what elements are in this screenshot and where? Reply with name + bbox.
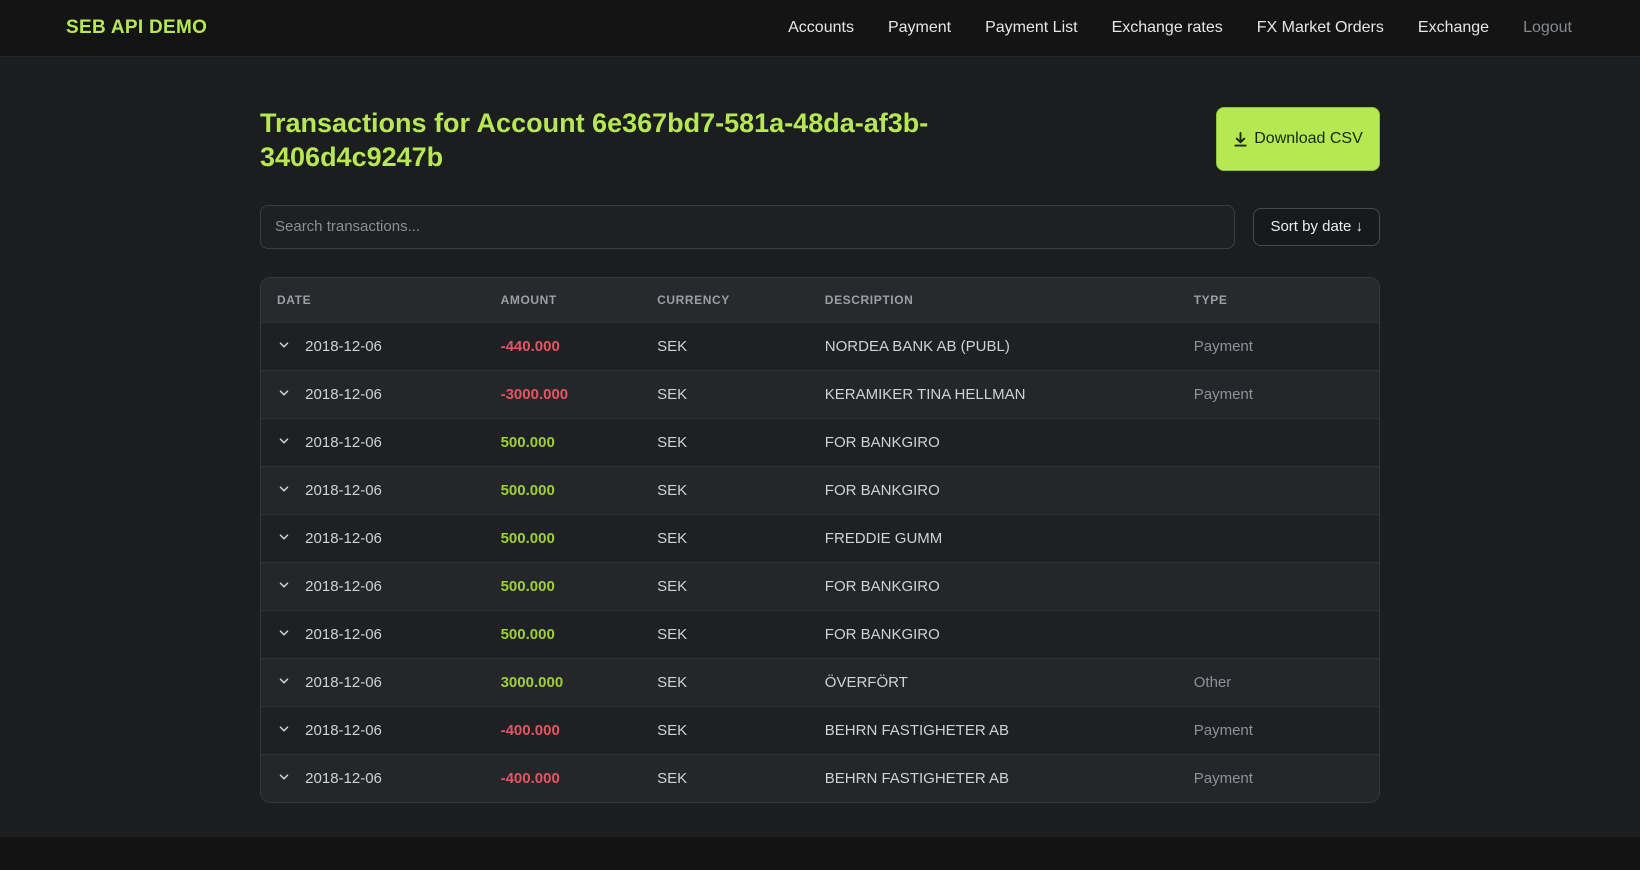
- transaction-date: 2018-12-06: [305, 625, 382, 643]
- transaction-currency: SEK: [641, 513, 809, 562]
- nav-item-exchange[interactable]: Exchange: [1418, 19, 1489, 37]
- transaction-date: 2018-12-06: [305, 721, 382, 739]
- main-content: Transactions for Account 6e367bd7-581a-4…: [0, 57, 1640, 837]
- nav-item-fx-market-orders[interactable]: FX Market Orders: [1257, 19, 1384, 37]
- transaction-description: KERAMIKER TINA HELLMAN: [808, 369, 1178, 418]
- transaction-amount: 3000.000: [484, 657, 642, 706]
- transaction-date: 2018-12-06: [305, 481, 382, 499]
- transaction-amount: 500.000: [484, 417, 642, 466]
- transaction-type: Payment: [1177, 705, 1379, 754]
- nav-item-accounts[interactable]: Accounts: [788, 19, 854, 37]
- transaction-row[interactable]: 2018-12-06 500.000 SEK FOR BANKGIRO: [261, 561, 1379, 610]
- header-type: TYPE: [1177, 277, 1379, 322]
- header-date: DATE: [261, 277, 485, 322]
- transaction-date: 2018-12-06: [305, 529, 382, 547]
- chevron-down-icon[interactable]: [277, 770, 291, 784]
- transaction-row[interactable]: 2018-12-06 -440.000 SEK NORDEA BANK AB (…: [261, 321, 1379, 370]
- download-icon: [1234, 131, 1247, 147]
- nav-item-payment[interactable]: Payment: [888, 19, 951, 37]
- transaction-amount: -440.000: [484, 321, 642, 370]
- chevron-down-icon[interactable]: [277, 722, 291, 736]
- transaction-description: ÖVERFÖRT: [808, 657, 1178, 706]
- transaction-amount: 500.000: [484, 609, 642, 658]
- transaction-currency: SEK: [641, 753, 809, 802]
- transaction-row[interactable]: 2018-12-06 -3000.000 SEK KERAMIKER TINA …: [261, 369, 1379, 418]
- chevron-down-icon[interactable]: [277, 578, 291, 592]
- chevron-down-icon[interactable]: [277, 530, 291, 544]
- page-title: Transactions for Account 6e367bd7-581a-4…: [260, 108, 929, 172]
- transaction-description: FREDDIE GUMM: [808, 513, 1178, 562]
- transaction-description: NORDEA BANK AB (PUBL): [808, 321, 1178, 370]
- chevron-down-icon[interactable]: [277, 386, 291, 400]
- transaction-row[interactable]: 2018-12-06 500.000 SEK FOR BANKGIRO: [261, 417, 1379, 466]
- navbar: SEB API DEMO Accounts Payment Payment Li…: [0, 0, 1640, 57]
- nav-item-logout[interactable]: Logout: [1523, 19, 1572, 37]
- nav-links: Accounts Payment Payment List Exchange r…: [788, 19, 1572, 37]
- chevron-down-icon[interactable]: [277, 626, 291, 640]
- transaction-date: 2018-12-06: [305, 673, 382, 691]
- transaction-amount: 500.000: [484, 561, 642, 610]
- nav-item-payment-list[interactable]: Payment List: [985, 19, 1077, 37]
- transaction-type: [1177, 417, 1379, 466]
- transaction-row[interactable]: 2018-12-06 500.000 SEK FOR BANKGIRO: [261, 609, 1379, 658]
- transaction-description: FOR BANKGIRO: [808, 609, 1178, 658]
- transaction-currency: SEK: [641, 417, 809, 466]
- transactions-table: DATE AMOUNT CURRENCY DESCRIPTION TYPE 20…: [260, 276, 1380, 803]
- transaction-description: FOR BANKGIRO: [808, 465, 1178, 514]
- sort-by-date-button[interactable]: Sort by date ↓: [1253, 207, 1380, 246]
- search-input[interactable]: [260, 204, 1236, 249]
- transaction-type: [1177, 609, 1379, 658]
- transaction-type: [1177, 561, 1379, 610]
- transaction-currency: SEK: [641, 369, 809, 418]
- download-csv-button[interactable]: Download CSV: [1216, 107, 1380, 171]
- transaction-amount: 500.000: [484, 465, 642, 514]
- transaction-description: BEHRN FASTIGHETER AB: [808, 705, 1178, 754]
- transaction-row[interactable]: 2018-12-06 -400.000 SEK BEHRN FASTIGHETE…: [261, 753, 1379, 802]
- transaction-row[interactable]: 2018-12-06 500.000 SEK FREDDIE GUMM: [261, 513, 1379, 562]
- transaction-date: 2018-12-06: [305, 577, 382, 595]
- transaction-type: Other: [1177, 657, 1379, 706]
- chevron-down-icon[interactable]: [277, 482, 291, 496]
- transaction-currency: SEK: [641, 657, 809, 706]
- brand-logo[interactable]: SEB API DEMO: [66, 17, 207, 39]
- transaction-date: 2018-12-06: [305, 337, 382, 355]
- transaction-row[interactable]: 2018-12-06 -400.000 SEK BEHRN FASTIGHETE…: [261, 705, 1379, 754]
- transaction-type: Payment: [1177, 369, 1379, 418]
- transaction-amount: 500.000: [484, 513, 642, 562]
- transaction-description: FOR BANKGIRO: [808, 561, 1178, 610]
- download-csv-label: Download CSV: [1254, 129, 1363, 147]
- transaction-date: 2018-12-06: [305, 769, 382, 787]
- transaction-currency: SEK: [641, 465, 809, 514]
- header-description: DESCRIPTION: [808, 277, 1178, 322]
- transaction-date: 2018-12-06: [305, 433, 382, 451]
- table-header-row: DATE AMOUNT CURRENCY DESCRIPTION TYPE: [261, 277, 1379, 322]
- transaction-description: FOR BANKGIRO: [808, 417, 1178, 466]
- transaction-type: [1177, 513, 1379, 562]
- table-controls: Sort by date ↓: [260, 204, 1380, 249]
- transaction-type: Payment: [1177, 753, 1379, 802]
- page-header: Transactions for Account 6e367bd7-581a-4…: [260, 107, 1380, 175]
- header-amount: AMOUNT: [484, 277, 642, 322]
- transaction-row[interactable]: 2018-12-06 3000.000 SEK ÖVERFÖRT Other: [261, 657, 1379, 706]
- transaction-row[interactable]: 2018-12-06 500.000 SEK FOR BANKGIRO: [261, 465, 1379, 514]
- transaction-amount: -400.000: [484, 705, 642, 754]
- transaction-amount: -400.000: [484, 753, 642, 802]
- transaction-currency: SEK: [641, 561, 809, 610]
- chevron-down-icon[interactable]: [277, 674, 291, 688]
- transaction-description: BEHRN FASTIGHETER AB: [808, 753, 1178, 802]
- chevron-down-icon[interactable]: [277, 338, 291, 352]
- chevron-down-icon[interactable]: [277, 434, 291, 448]
- transaction-currency: SEK: [641, 705, 809, 754]
- transaction-type: Payment: [1177, 321, 1379, 370]
- transaction-currency: SEK: [641, 609, 809, 658]
- transaction-currency: SEK: [641, 321, 809, 370]
- header-currency: CURRENCY: [641, 277, 809, 322]
- transaction-date: 2018-12-06: [305, 385, 382, 403]
- nav-item-exchange-rates[interactable]: Exchange rates: [1112, 19, 1223, 37]
- transaction-amount: -3000.000: [484, 369, 642, 418]
- transaction-type: [1177, 465, 1379, 514]
